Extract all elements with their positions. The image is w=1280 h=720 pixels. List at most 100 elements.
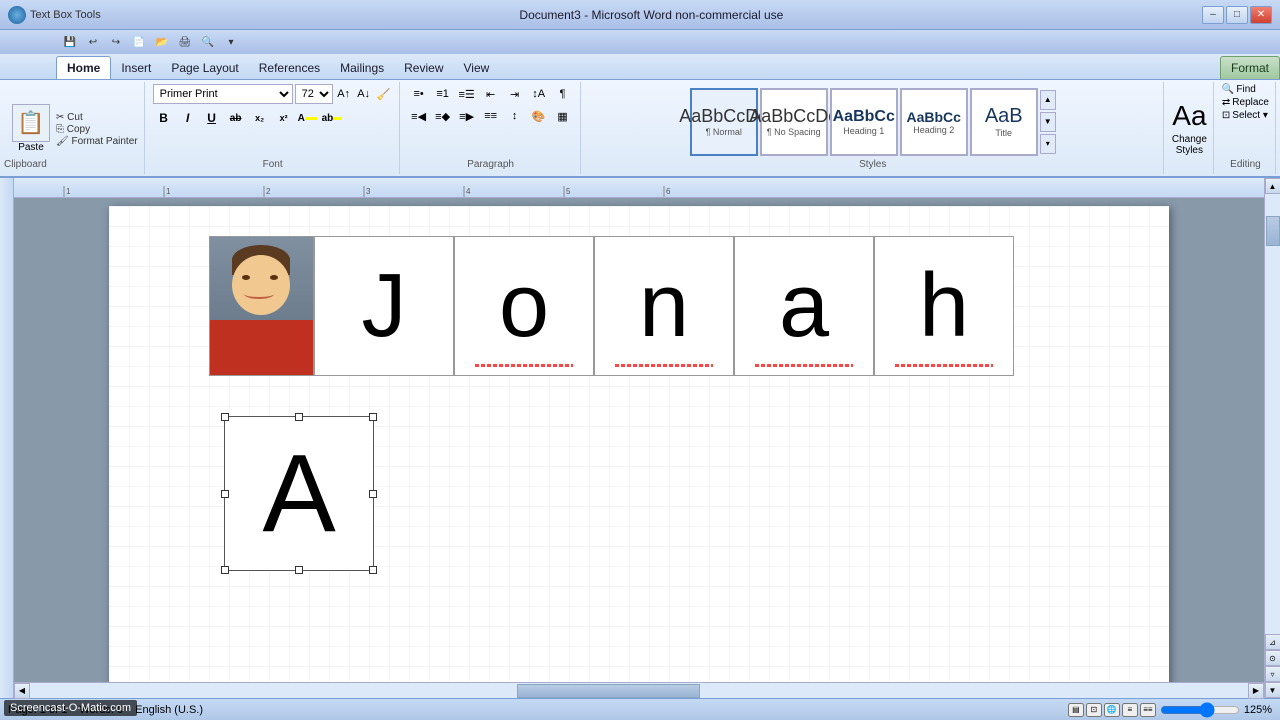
- change-styles-icon: Aa: [1172, 100, 1206, 132]
- zoom-slider[interactable]: [1160, 704, 1240, 716]
- tab-format[interactable]: Format: [1220, 56, 1280, 79]
- handle-bottom-right[interactable]: [369, 566, 377, 574]
- scroll-right-button[interactable]: ▶: [1248, 683, 1264, 699]
- find-button[interactable]: 🔍 Find: [1222, 84, 1256, 95]
- shading-button[interactable]: 🎨: [528, 106, 550, 126]
- print-layout-button[interactable]: ▤: [1068, 703, 1084, 717]
- align-left-button[interactable]: ≡◀: [408, 106, 430, 126]
- tab-view[interactable]: View: [454, 57, 500, 79]
- style-heading1[interactable]: AaBbCc Heading 1: [830, 88, 898, 156]
- full-screen-button[interactable]: ⊡: [1086, 703, 1102, 717]
- clear-format-button[interactable]: 🧹: [375, 85, 393, 103]
- bold-button[interactable]: B: [153, 108, 175, 128]
- page-scroll-area[interactable]: J o n a h: [14, 198, 1264, 682]
- align-center-button[interactable]: ≡◆: [432, 106, 454, 126]
- outline-button[interactable]: ≡: [1122, 703, 1138, 717]
- justify-button[interactable]: ≡≡: [480, 106, 502, 126]
- tab-review[interactable]: Review: [394, 57, 453, 79]
- handle-bottom-left[interactable]: [221, 566, 229, 574]
- change-styles-button[interactable]: Change Styles: [1172, 134, 1207, 156]
- document-page: J o n a h: [109, 206, 1169, 682]
- horizontal-scrollbar[interactable]: ◀ ▶: [14, 682, 1264, 698]
- cut-button[interactable]: ✂ Cut: [56, 112, 138, 123]
- tab-insert[interactable]: Insert: [111, 57, 161, 79]
- format-painter-button[interactable]: 🖌 Format Painter: [56, 136, 138, 147]
- increase-indent-button[interactable]: ⇥: [504, 84, 526, 104]
- svg-text:5: 5: [566, 187, 571, 196]
- save-button[interactable]: 💾: [60, 33, 80, 51]
- handle-bottom-middle[interactable]: [295, 566, 303, 574]
- tab-home[interactable]: Home: [56, 56, 111, 79]
- highlight-button[interactable]: ab: [321, 108, 343, 128]
- preview-button[interactable]: 🔍: [198, 33, 218, 51]
- style-nospacing[interactable]: AaBbCcDd ¶ No Spacing: [760, 88, 828, 156]
- numbering-button[interactable]: ≡1: [432, 84, 454, 104]
- letter-card-j: J: [314, 236, 454, 376]
- office-logo: [8, 6, 26, 24]
- handle-top-middle[interactable]: [295, 413, 303, 421]
- font-name-select[interactable]: Primer Print: [153, 84, 293, 104]
- close-button[interactable]: ✕: [1250, 6, 1272, 24]
- underline-button[interactable]: U: [201, 108, 223, 128]
- handle-middle-right[interactable]: [369, 490, 377, 498]
- h-scroll-thumb[interactable]: [517, 684, 700, 698]
- decrease-indent-button[interactable]: ⇤: [480, 84, 502, 104]
- print-button[interactable]: 🖨: [175, 33, 195, 51]
- font-name-row: Primer Print 72 A↑ A↓ 🧹: [153, 84, 393, 104]
- shrink-font-button[interactable]: A↓: [355, 85, 373, 103]
- redo-button[interactable]: ↪: [106, 33, 126, 51]
- open-button[interactable]: 📂: [152, 33, 172, 51]
- paste-label: Paste: [18, 142, 44, 153]
- align-right-button[interactable]: ≡▶: [456, 106, 478, 126]
- style-title[interactable]: AaB Title: [970, 88, 1038, 156]
- qa-more[interactable]: ▾: [221, 33, 241, 51]
- multilevel-button[interactable]: ≡☰: [456, 84, 478, 104]
- new-button[interactable]: 📄: [129, 33, 149, 51]
- select-button[interactable]: ⊡ Select ▾: [1222, 110, 1268, 121]
- tab-page-layout[interactable]: Page Layout: [161, 57, 248, 79]
- scroll-up-button[interactable]: ▲: [1265, 178, 1280, 194]
- handle-top-left[interactable]: [221, 413, 229, 421]
- window-controls[interactable]: – □ ✕: [1202, 6, 1272, 24]
- horizontal-ruler: 1 1 2 3 4 5 6: [14, 178, 1264, 198]
- tab-mailings[interactable]: Mailings: [330, 57, 394, 79]
- web-layout-button[interactable]: 🌐: [1104, 703, 1120, 717]
- draft-button[interactable]: ≡≡: [1140, 703, 1156, 717]
- styles-more[interactable]: ▾: [1040, 134, 1056, 154]
- font-size-select[interactable]: 72: [295, 84, 333, 104]
- styles-scroll-down[interactable]: ▼: [1040, 112, 1056, 132]
- style-nospacing-preview: AaBbCcDd: [749, 106, 838, 127]
- line-spacing-button[interactable]: ↕: [504, 106, 526, 126]
- scroll-select[interactable]: ⊙: [1265, 650, 1280, 666]
- selected-text-box[interactable]: A: [224, 416, 374, 571]
- style-normal[interactable]: AaBbCcDd ¶ Normal: [690, 88, 758, 156]
- handle-middle-left[interactable]: [221, 490, 229, 498]
- strikethrough-button[interactable]: ab: [225, 108, 247, 128]
- scroll-down-button[interactable]: ▼: [1265, 682, 1280, 698]
- sort-button[interactable]: ↕A: [528, 84, 550, 104]
- subscript-button[interactable]: x₂: [249, 108, 271, 128]
- italic-button[interactable]: I: [177, 108, 199, 128]
- show-hide-button[interactable]: ¶: [552, 84, 574, 104]
- scroll-prev-page[interactable]: ⊿: [1265, 634, 1280, 650]
- vertical-scrollbar[interactable]: ▲ ⊿ ⊙ ▿ ▼: [1264, 178, 1280, 698]
- copy-button[interactable]: ⎘ Copy: [56, 124, 138, 135]
- maximize-button[interactable]: □: [1226, 6, 1248, 24]
- bullets-button[interactable]: ≡•: [408, 84, 430, 104]
- minimize-button[interactable]: –: [1202, 6, 1224, 24]
- v-scroll-thumb[interactable]: [1266, 216, 1280, 246]
- letter-card-n: n: [594, 236, 734, 376]
- handle-top-right[interactable]: [369, 413, 377, 421]
- paste-button[interactable]: 📋 Paste: [10, 102, 52, 155]
- style-heading2[interactable]: AaBbCc Heading 2: [900, 88, 968, 156]
- undo-button[interactable]: ↩: [83, 33, 103, 51]
- tab-references[interactable]: References: [249, 57, 330, 79]
- replace-button[interactable]: ⇄ Replace: [1222, 97, 1269, 108]
- font-color-button[interactable]: A: [297, 108, 319, 128]
- scroll-left-button[interactable]: ◀: [14, 683, 30, 699]
- scroll-next-page[interactable]: ▿: [1265, 666, 1280, 682]
- styles-scroll-up[interactable]: ▲: [1040, 90, 1056, 110]
- borders-button[interactable]: ▦: [552, 106, 574, 126]
- superscript-button[interactable]: x²: [273, 108, 295, 128]
- grow-font-button[interactable]: A↑: [335, 85, 353, 103]
